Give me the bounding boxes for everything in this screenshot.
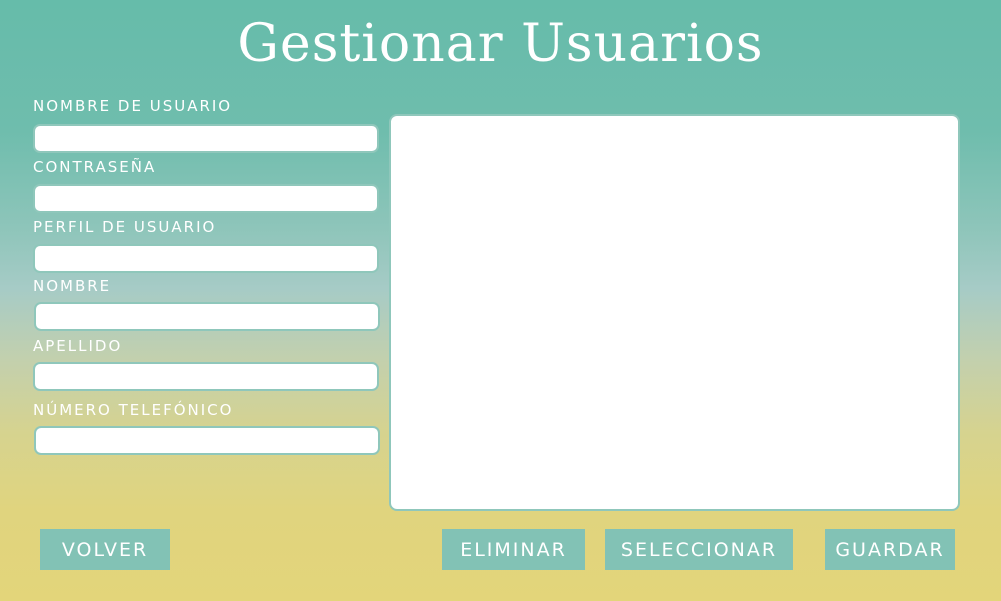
back-button[interactable]: VOLVER — [40, 529, 170, 570]
phone-input[interactable] — [34, 426, 380, 455]
first-name-input[interactable] — [34, 302, 380, 331]
last-name-input[interactable] — [33, 362, 379, 391]
password-input[interactable] — [33, 184, 379, 213]
password-label: CONTRASEÑA — [33, 158, 157, 176]
page-title: Gestionar Usuarios — [237, 14, 764, 74]
phone-label: NÚMERO TELEFÓNICO — [33, 401, 234, 419]
first-name-label: NOMBRE — [33, 277, 112, 295]
username-input[interactable] — [33, 124, 379, 153]
delete-button[interactable]: ELIMINAR — [442, 529, 585, 570]
profile-label: PERFIL DE USUARIO — [33, 218, 217, 236]
users-list-panel[interactable] — [389, 114, 960, 511]
username-label: NOMBRE DE USUARIO — [33, 97, 233, 115]
last-name-label: APELLIDO — [33, 337, 123, 355]
select-button[interactable]: SELECCIONAR — [605, 529, 793, 570]
profile-input[interactable] — [33, 244, 379, 273]
save-button[interactable]: GUARDAR — [825, 529, 955, 570]
